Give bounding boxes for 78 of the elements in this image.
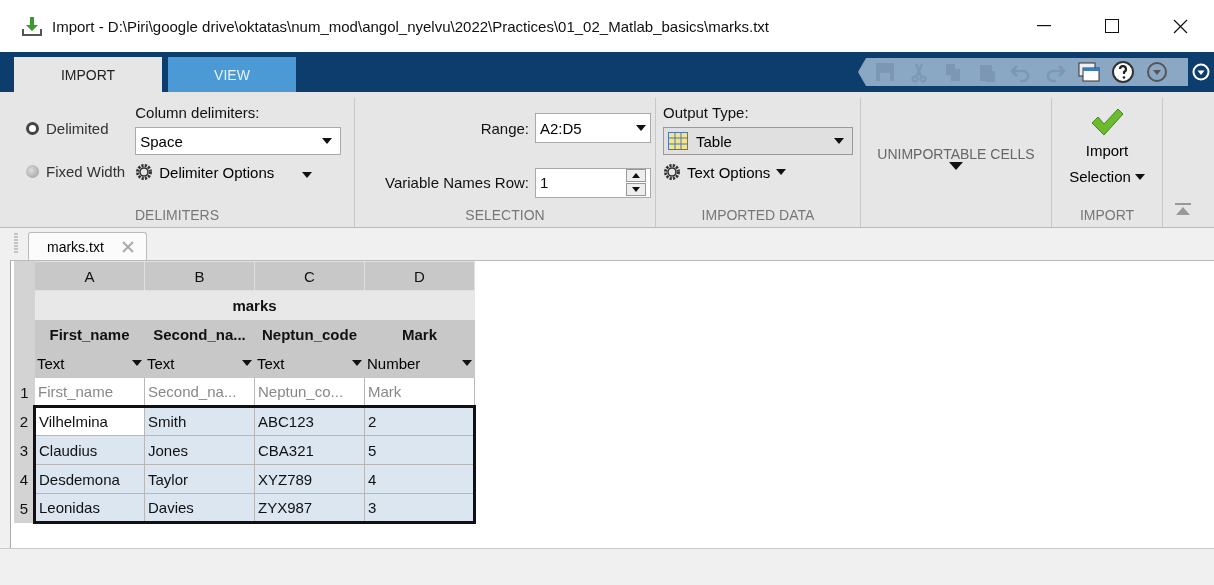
dropdown-icon xyxy=(1147,62,1167,82)
table-cell: Leonidas xyxy=(34,493,145,523)
table-cell: 5 xyxy=(364,435,475,465)
column-letter: D xyxy=(364,261,475,291)
delimiter-dropdown[interactable]: Space xyxy=(135,127,342,155)
table-cell: Smith xyxy=(144,406,255,436)
ribbon-tab[interactable]: IMPORT xyxy=(14,57,162,92)
section-label: DELIMITERS xyxy=(134,207,220,225)
table-cell: Vilhelmina xyxy=(34,406,145,436)
radio-button[interactable]: Delimited xyxy=(26,120,126,137)
table-cell: 3 xyxy=(364,493,475,523)
row-number: 3 xyxy=(14,435,35,465)
radio-button[interactable]: Fixed Width xyxy=(26,163,126,180)
table-cell: 4 xyxy=(364,464,475,494)
windows-icon xyxy=(1078,62,1100,82)
table-cell: XYZ789 xyxy=(254,464,365,494)
close-icon[interactable] xyxy=(121,240,134,253)
column-header: Second_na... xyxy=(144,319,255,349)
import-selection-button[interactable]: Import Selection xyxy=(1059,98,1155,207)
row-number: 2 xyxy=(14,406,35,436)
toolbar-button[interactable] xyxy=(1110,60,1136,84)
maximize-icon xyxy=(1105,19,1119,33)
dropdown-icon[interactable] xyxy=(1192,63,1210,81)
table-cell: ABC123 xyxy=(254,406,365,436)
table-cell: Davies xyxy=(144,493,255,523)
caret-icon xyxy=(776,169,787,175)
close-icon xyxy=(1172,18,1188,34)
table-cell: 2 xyxy=(364,406,475,436)
field-label: Output Type: xyxy=(663,104,750,121)
row-number: 1 xyxy=(14,377,35,407)
checkmark-icon xyxy=(1090,108,1124,136)
help-icon xyxy=(1112,61,1134,83)
column-letter: A xyxy=(34,261,145,291)
column-letter: B xyxy=(144,261,255,291)
table-cell: CBA321 xyxy=(254,435,365,465)
table-cell: Claudius xyxy=(34,435,145,465)
caret-icon xyxy=(322,138,333,144)
caret-icon xyxy=(834,138,844,144)
caret-icon xyxy=(352,360,362,366)
field-label: Column delimiters: xyxy=(135,104,261,121)
section-label: SELECTION xyxy=(464,207,546,225)
table-icon xyxy=(668,132,688,150)
table-title: marks xyxy=(34,290,475,320)
table-cell: Taylor xyxy=(144,464,255,494)
table-cell: ZYX987 xyxy=(254,493,365,523)
field-label: Variable Names Row: xyxy=(385,174,529,192)
window-title: Import - D:\Piri\google drive\oktatas\num_mod\angol_nyelvu\2022\Practices\01_02_Matlab_basics\marks.txt xyxy=(52,17,771,35)
collapse-icon[interactable] xyxy=(1175,203,1191,215)
caret-icon xyxy=(302,171,313,178)
import-icon xyxy=(22,16,42,36)
grip-icon xyxy=(14,233,18,255)
row-number: 4 xyxy=(14,464,35,494)
caret-icon xyxy=(636,125,646,132)
section-label: IMPORTED DATA xyxy=(700,207,816,225)
minimize-icon xyxy=(1037,25,1051,27)
gear-icon xyxy=(663,163,681,181)
delimiter-options-button[interactable]: Delimiter Options xyxy=(135,161,342,183)
column-letter: C xyxy=(254,261,365,291)
column-header: Neptun_code xyxy=(254,319,365,349)
section-label: IMPORT xyxy=(1078,207,1136,225)
caret-icon xyxy=(132,360,142,366)
table-cell: Desdemona xyxy=(34,464,145,494)
row-number: 5 xyxy=(14,493,35,523)
document-tab[interactable]: marks.txt xyxy=(28,232,147,260)
column-header: Mark xyxy=(364,319,475,349)
table-cell: Jones xyxy=(144,435,255,465)
section-label: UNIMPORTABLE CELLS xyxy=(877,146,1035,162)
range-dropdown[interactable]: A2:D5 xyxy=(535,113,651,144)
caret-icon xyxy=(1134,174,1145,180)
output-type-dropdown[interactable]: Table xyxy=(663,127,853,155)
column-header: First_name xyxy=(34,319,145,349)
gear-icon xyxy=(135,163,154,181)
caret-icon xyxy=(242,360,252,366)
text-options-button[interactable]: Text Options xyxy=(663,161,853,183)
caret-icon xyxy=(462,360,472,366)
names-row-spinner[interactable]: 1 xyxy=(535,167,651,198)
caret-icon[interactable] xyxy=(949,162,963,170)
field-label: Range: xyxy=(479,119,529,137)
